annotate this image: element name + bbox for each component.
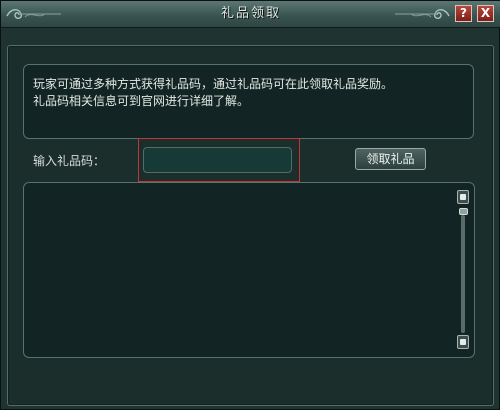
help-button[interactable]: ?: [455, 5, 472, 22]
info-panel: 玩家可通过多种方式获得礼品码，通过礼品码可在此领取礼品奖励。 礼品码相关信息可到…: [23, 64, 474, 139]
result-panel: [23, 182, 475, 358]
gift-redeem-window: 礼品领取 ? X 玩家可通过多种方式获得礼品码，通过礼品码可在此领取礼品奖励。 …: [0, 0, 500, 410]
info-text-line-2: 礼品码相关信息可到官网进行详细了解。: [33, 94, 250, 108]
claim-gift-button[interactable]: 领取礼品: [355, 148, 426, 170]
question-mark-icon: ?: [460, 6, 467, 20]
cloud-ornament-icon: [395, 9, 450, 19]
info-text-line-1: 玩家可通过多种方式获得礼品码，通过礼品码可在此领取礼品奖励。: [33, 77, 394, 91]
scrollbar-track[interactable]: [461, 215, 465, 333]
close-button[interactable]: X: [477, 5, 494, 22]
gift-code-label: 输入礼品码：: [33, 154, 106, 168]
gift-code-input[interactable]: [143, 147, 292, 173]
scroll-down-button[interactable]: [457, 335, 469, 349]
close-icon: X: [480, 6, 491, 20]
scroll-up-button[interactable]: [457, 190, 469, 204]
scrollbar-thumb[interactable]: [459, 208, 468, 215]
title-bar[interactable]: 礼品领取 ? X: [1, 1, 500, 28]
